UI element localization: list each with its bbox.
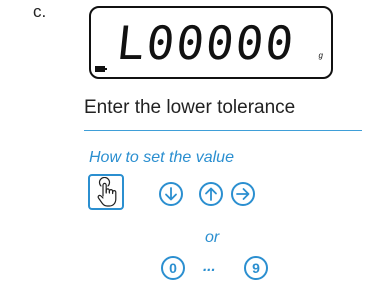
or-text: or [205, 229, 220, 246]
battery-icon [95, 66, 107, 72]
digit-9-button[interactable]: 9 [244, 256, 268, 280]
display-unit: g [318, 51, 323, 60]
arrow-down-icon [165, 187, 177, 201]
ellipsis-text: ... [203, 258, 216, 275]
lcd-display: L00000 g [89, 6, 333, 79]
arrow-up-button[interactable] [199, 182, 223, 206]
digit-0-button[interactable]: 0 [161, 256, 185, 280]
arrow-down-button[interactable] [159, 182, 183, 206]
hand-press-icon [97, 177, 117, 207]
arrow-right-button[interactable] [231, 182, 255, 206]
display-reading: L00000 [114, 16, 299, 70]
divider [84, 130, 362, 131]
arrow-right-icon [236, 188, 250, 200]
arrow-up-icon [205, 187, 217, 201]
instruction-text: Enter the lower tolerance [84, 97, 296, 118]
howto-title: How to set the value [89, 149, 234, 166]
step-label: c. [33, 2, 47, 21]
press-button[interactable] [88, 174, 124, 210]
